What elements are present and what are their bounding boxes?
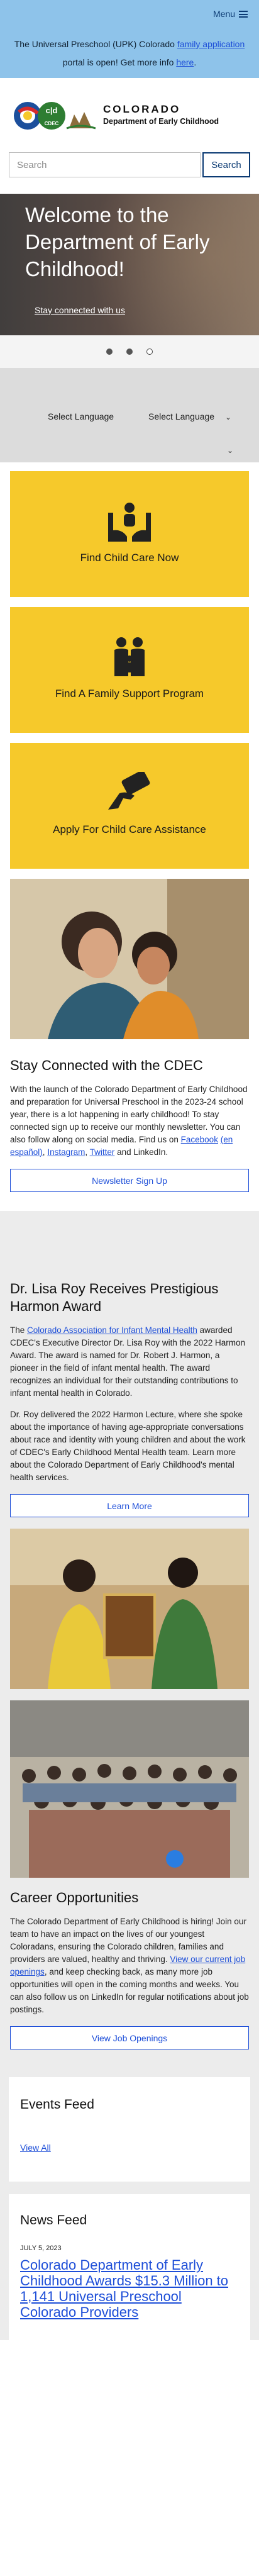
events-title: Events Feed: [20, 2097, 94, 2112]
events-feed-section: Events Feed View All: [0, 2065, 259, 2194]
chevron-down-icon: ⌄: [227, 446, 234, 455]
harmon-text-2: Dr. Roy delivered the 2022 Harmon Lectur…: [10, 1410, 246, 1482]
svg-text:c|d: c|d: [46, 106, 58, 115]
twitter-link[interactable]: Twitter: [90, 1147, 115, 1157]
upk-text-start: The Universal Preschool (UPK) Colorado: [14, 39, 177, 49]
select-language-1[interactable]: Select Language: [48, 411, 114, 421]
quick-links: Find Child Care Now Find A Family Suppor…: [0, 462, 259, 869]
card-label: Find A Family Support Program: [55, 688, 204, 700]
menu-label: Menu: [212, 9, 235, 19]
view-all-link[interactable]: View All: [20, 2143, 51, 2153]
brand-line-1: COLORADO: [103, 103, 181, 115]
news-headline-link[interactable]: Colorado Department of Early Childhood A…: [20, 2257, 239, 2320]
card-family-support[interactable]: Find A Family Support Program: [10, 607, 249, 733]
instagram-link[interactable]: Instagram: [47, 1147, 85, 1157]
photo-illustration: [10, 1700, 249, 1878]
photo-illustration: [10, 879, 249, 1039]
award-photo: [10, 1529, 249, 1689]
hero-title: Welcome to the Department of Early Child…: [25, 203, 210, 281]
stay-text-end: and LinkedIn.: [114, 1147, 168, 1157]
mother-child-photo: [10, 879, 249, 1039]
brand-wordmark: COLORADO Department of Early Childhood: [103, 103, 219, 126]
select-language-2[interactable]: Select Language: [148, 411, 214, 421]
section-title: Stay Connected with the CDEC: [10, 1057, 203, 1073]
news-title: News Feed: [20, 2213, 87, 2228]
harmon-text-rest: awarded CDEC's Executive Director Dr. Li…: [10, 1325, 245, 1398]
facebook-link[interactable]: Facebook: [181, 1135, 218, 1144]
section-title: Dr. Lisa Roy Receives Prestigious Harmon…: [10, 1281, 219, 1314]
career-text: The Colorado Department of Early Childho…: [10, 1915, 249, 2016]
stay-connected-link[interactable]: Stay connected with us: [35, 305, 125, 315]
cdec-logo-icon[interactable]: c|d CDEC: [11, 98, 98, 133]
carousel-indicators: [0, 335, 259, 368]
svg-text:CDEC: CDEC: [45, 121, 59, 126]
family-application-link[interactable]: family application: [177, 39, 245, 49]
stay-connected-section: Stay Connected with the CDEC With the la…: [0, 1039, 259, 1211]
brand-header: c|d CDEC COLORADO Department of Early Ch…: [0, 78, 259, 152]
carousel-dot-1[interactable]: [106, 348, 113, 355]
career-section: Career Opportunities The Colorado Depart…: [10, 1889, 249, 2049]
card-child-care-assistance[interactable]: Apply For Child Care Assistance: [10, 743, 249, 869]
harmon-text-1: The Colorado Association for Infant Ment…: [10, 1324, 249, 1400]
hero-carousel: Welcome to the Department of Early Child…: [0, 194, 259, 335]
harmon-text-pre: The: [10, 1325, 28, 1335]
news-card: News Feed JULY 5, 2023 Colorado Departme…: [9, 2194, 250, 2340]
menu-button[interactable]: Menu: [213, 9, 248, 19]
news-date: JULY 5, 2023: [20, 2244, 62, 2252]
hand-card-icon: [108, 772, 150, 810]
hands-child-icon: [108, 503, 151, 542]
team-photo: [10, 1700, 249, 1878]
hamburger-icon: [239, 10, 248, 18]
announcement-bar: Menu The Universal Preschool (UPK) Color…: [0, 0, 259, 78]
stay-connected-text: With the launch of the Colorado Departme…: [10, 1084, 248, 1157]
photo-illustration: [10, 1529, 249, 1689]
brand-line-2: Department of Early Childhood: [103, 117, 219, 126]
news-feed-section: News Feed JULY 5, 2023 Colorado Departme…: [0, 2194, 259, 2340]
card-find-child-care[interactable]: Find Child Care Now: [10, 471, 249, 597]
newsletter-signup-button[interactable]: Newsletter Sign Up: [10, 1169, 249, 1192]
language-bar: Select Language Select Language ⌄ ⌄: [0, 368, 259, 462]
search-input[interactable]: [9, 152, 201, 177]
chevron-down-icon: ⌄: [225, 413, 232, 421]
carousel-dot-2[interactable]: [126, 348, 133, 355]
view-job-openings-button[interactable]: View Job Openings: [10, 2026, 249, 2049]
upk-text-middle: portal is open! Get more info: [62, 57, 177, 67]
caimh-link[interactable]: Colorado Association for Infant Mental H…: [27, 1325, 197, 1335]
learn-more-button[interactable]: Learn More: [10, 1494, 249, 1517]
card-label: Find Child Care Now: [80, 552, 179, 564]
family-icon: [114, 637, 145, 676]
events-card: Events Feed View All: [9, 2077, 250, 2182]
section-title: Career Opportunities: [10, 1890, 139, 1905]
upk-text-end: .: [194, 57, 197, 67]
upk-announcement: The Universal Preschool (UPK) Colorado f…: [9, 35, 250, 72]
upk-here-link[interactable]: here: [176, 57, 194, 67]
search-button[interactable]: Search: [202, 152, 250, 177]
harmon-award-section: Dr. Lisa Roy Receives Prestigious Harmon…: [0, 1211, 259, 2065]
carousel-dot-3[interactable]: [146, 348, 153, 355]
search-row: Search: [0, 152, 259, 185]
card-label: Apply For Child Care Assistance: [53, 823, 206, 835]
career-text-post: , and keep checking back, as many more j…: [10, 1967, 249, 2014]
